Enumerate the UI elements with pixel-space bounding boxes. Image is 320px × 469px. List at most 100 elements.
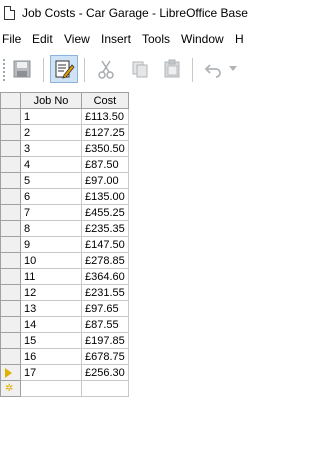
column-header-job-no[interactable]: Job No [20,92,82,109]
table-row[interactable]: 5 £97.00 [0,172,129,189]
cell-cost[interactable]: £364.60 [81,268,129,285]
cell-cost[interactable]: £87.50 [81,156,129,173]
data-grid: Job No Cost 1 £113.50 2 £127.25 3 £350.50 4 £87… [0,92,241,469]
save-button[interactable] [8,55,36,83]
cell-cost[interactable]: £455.25 [81,204,129,221]
table-row[interactable]: 13 £97.65 [0,300,129,317]
row-selector[interactable] [0,220,21,237]
cell-job-no[interactable]: 11 [20,268,82,285]
cell-job-no[interactable]: 7 [20,204,82,221]
row-selector[interactable] [0,364,21,381]
cell-job-no[interactable]: 6 [20,188,82,205]
edit-icon [55,60,75,79]
cell-job-no[interactable]: 12 [20,284,82,301]
table-row[interactable]: 1 £113.50 [0,108,129,125]
undo-dropdown[interactable] [225,55,241,83]
toolbar-handle[interactable] [3,59,5,81]
cell-cost[interactable]: £256.30 [81,364,129,381]
new-record-row[interactable]: ✲ [0,380,129,397]
cell-cost[interactable]: £678.75 [81,348,129,365]
row-selector-header[interactable] [0,92,21,109]
cell-job-no[interactable]: 3 [20,140,82,157]
row-selector[interactable] [0,300,21,317]
row-selector[interactable] [0,236,21,253]
table-row[interactable]: 14 £87.55 [0,316,129,333]
cell-cost[interactable]: £278.85 [81,252,129,269]
cell-cost[interactable]: £127.25 [81,124,129,141]
row-selector[interactable] [0,316,21,333]
save-icon [13,60,31,78]
cell-job-no[interactable]: 15 [20,332,82,349]
column-header-cost[interactable]: Cost [81,92,129,109]
cell-empty[interactable] [20,380,82,397]
title-bar: Job Costs - Car Garage - LibreOffice Bas… [0,0,248,27]
cell-cost[interactable]: £197.85 [81,332,129,349]
row-selector[interactable] [0,108,21,125]
paste-button[interactable] [158,55,186,83]
table-row[interactable]: 7 £455.25 [0,204,129,221]
table-row[interactable]: 8 £235.35 [0,220,129,237]
cut-icon [98,60,114,79]
cut-button[interactable] [92,55,120,83]
cell-job-no[interactable]: 1 [20,108,82,125]
row-selector[interactable] [0,204,21,221]
toolbar [0,50,241,88]
cell-job-no[interactable]: 10 [20,252,82,269]
table-row[interactable]: 9 £147.50 [0,236,129,253]
cell-cost[interactable]: £135.00 [81,188,129,205]
cell-job-no[interactable]: 4 [20,156,82,173]
menu-insert[interactable]: Insert [101,32,131,46]
cell-empty[interactable] [81,380,129,397]
undo-button[interactable] [199,55,227,83]
cell-job-no[interactable]: 9 [20,236,82,253]
cell-cost[interactable]: £350.50 [81,140,129,157]
cell-job-no[interactable]: 17 [20,364,82,381]
cell-cost[interactable]: £97.00 [81,172,129,189]
cell-job-no[interactable]: 5 [20,172,82,189]
menu-file[interactable]: File [2,32,21,46]
table-row[interactable]: 17 £256.30 [0,364,129,381]
cell-cost[interactable]: £113.50 [81,108,129,125]
cell-job-no[interactable]: 14 [20,316,82,333]
row-selector[interactable] [0,188,21,205]
table-row[interactable]: 16 £678.75 [0,348,129,365]
cell-job-no[interactable]: 13 [20,300,82,317]
cell-cost[interactable]: £231.55 [81,284,129,301]
cell-cost[interactable]: £97.65 [81,300,129,317]
cell-cost[interactable]: £147.50 [81,236,129,253]
edit-button[interactable] [50,55,78,83]
copy-button[interactable] [126,55,154,83]
table-row[interactable]: 3 £350.50 [0,140,129,157]
row-selector[interactable] [0,124,21,141]
cell-cost[interactable]: £87.55 [81,316,129,333]
row-selector[interactable] [0,268,21,285]
cell-job-no[interactable]: 16 [20,348,82,365]
row-selector[interactable] [0,172,21,189]
menu-tools[interactable]: Tools [142,32,170,46]
table-row[interactable]: 6 £135.00 [0,188,129,205]
table-row[interactable]: 2 £127.25 [0,124,129,141]
toolbar-separator [84,58,85,82]
menu-edit[interactable]: Edit [32,32,53,46]
toolbar-separator [43,58,44,82]
table-row[interactable]: 11 £364.60 [0,268,129,285]
row-selector[interactable] [0,252,21,269]
row-selector[interactable] [0,332,21,349]
cell-cost[interactable]: £235.35 [81,220,129,237]
cell-job-no[interactable]: 2 [20,124,82,141]
menu-view[interactable]: View [64,32,90,46]
table-row[interactable]: 15 £197.85 [0,332,129,349]
menu-help[interactable]: H [235,32,244,46]
menu-window[interactable]: Window [181,32,224,46]
paste-icon [164,59,180,78]
row-selector[interactable] [0,156,21,173]
cell-job-no[interactable]: 8 [20,220,82,237]
table-row[interactable]: 4 £87.50 [0,156,129,173]
table-row[interactable]: 12 £231.55 [0,284,129,301]
row-selector[interactable] [0,284,21,301]
window-title: Job Costs - Car Garage - LibreOffice Bas… [22,6,248,20]
row-selector[interactable]: ✲ [0,380,21,397]
table-row[interactable]: 10 £278.85 [0,252,129,269]
row-selector[interactable] [0,348,21,365]
row-selector[interactable] [0,140,21,157]
